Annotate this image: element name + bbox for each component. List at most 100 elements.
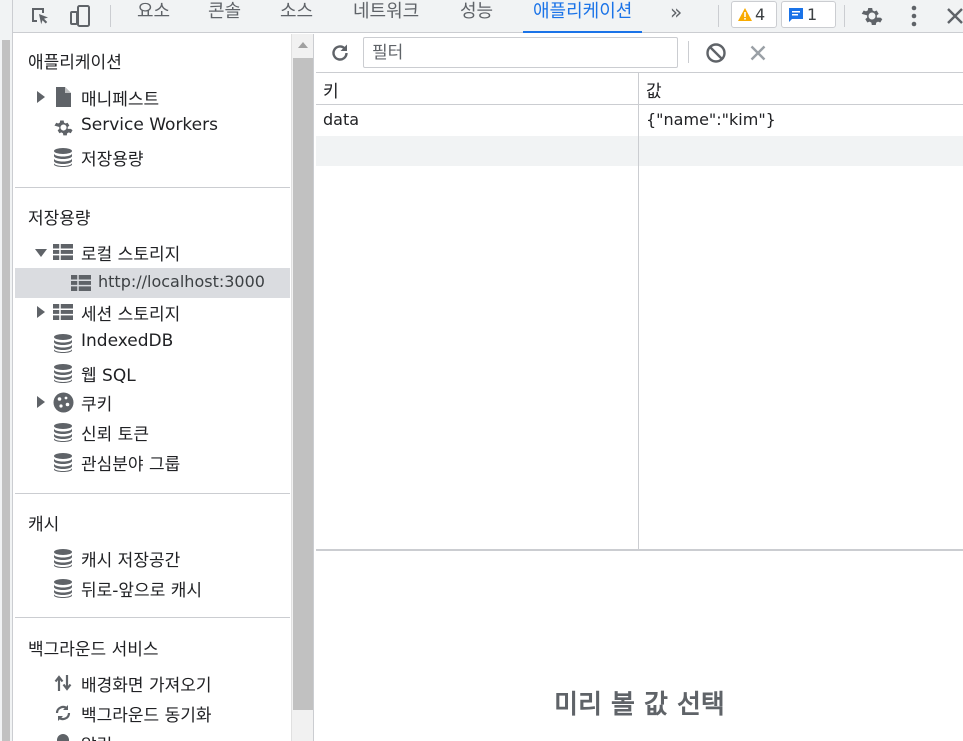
sidebar-item-back-forward-cache[interactable]: 뒤로-앞으로 캐시 xyxy=(15,573,290,603)
refresh-icon[interactable] xyxy=(327,40,353,66)
settings-gear-icon[interactable] xyxy=(859,3,885,29)
clear-all-block-icon[interactable] xyxy=(703,40,729,66)
left-edge-scroll-thumb[interactable] xyxy=(2,40,10,741)
up-down-arrows-icon xyxy=(52,672,74,694)
value-preview-pane: 미리 볼 값 선택 xyxy=(316,551,963,741)
inspect-element-icon[interactable] xyxy=(27,3,53,29)
sidebar-item-local-storage[interactable]: 로컬 스토리지 xyxy=(15,237,290,267)
application-sidebar: 애플리케이션 매니페스트 Service Workers 저장용량 저장용량 로… xyxy=(15,34,290,741)
toolbar-separator xyxy=(844,5,845,27)
sidebar-scroll-thumb[interactable] xyxy=(293,58,313,710)
sidebar-item-service-workers[interactable]: Service Workers xyxy=(15,112,290,142)
tab-sources[interactable]: 소스 xyxy=(280,0,313,33)
message-icon xyxy=(789,7,803,22)
warning-icon xyxy=(738,8,752,21)
sync-icon xyxy=(52,702,74,724)
cell-key: data xyxy=(323,110,360,129)
database-icon xyxy=(52,421,74,443)
sidebar-item-session-storage[interactable]: 세션 스토리지 xyxy=(15,297,290,327)
sidebar-item-storage-overview[interactable]: 저장용량 xyxy=(15,142,290,172)
tab-application[interactable]: 애플리케이션 xyxy=(522,0,643,33)
column-divider[interactable] xyxy=(638,73,639,549)
sidebar-item-indexeddb[interactable]: IndexedDB xyxy=(15,328,290,358)
sidebar-scrollbar[interactable] xyxy=(291,34,314,741)
sidebar-item-cache-storage[interactable]: 캐시 저장공간 xyxy=(15,543,290,573)
section-title-storage: 저장용량 xyxy=(28,209,91,229)
message-count: 1 xyxy=(807,5,818,24)
database-icon xyxy=(52,547,74,569)
messages-badge[interactable]: 1 xyxy=(781,1,836,28)
expand-arrow-icon[interactable] xyxy=(37,91,45,103)
toolbar-separator xyxy=(688,41,689,63)
sidebar-item-websql[interactable]: 웹 SQL xyxy=(15,358,290,388)
tab-network[interactable]: 네트워크 xyxy=(353,0,419,33)
sidebar-item-label: http://localhost:3000 xyxy=(98,272,265,291)
collapse-arrow-icon[interactable] xyxy=(35,249,47,257)
column-header-key[interactable]: 키 xyxy=(323,77,339,102)
tab-performance[interactable]: 성능 xyxy=(460,0,493,33)
scroll-up-arrow-icon[interactable] xyxy=(298,42,308,48)
sidebar-item-interest-groups[interactable]: 관심분야 그룹 xyxy=(15,447,290,477)
bell-icon xyxy=(52,732,74,741)
section-divider xyxy=(15,493,290,494)
table-grid-icon xyxy=(52,301,74,323)
warnings-badge[interactable]: 4 xyxy=(731,1,777,28)
close-devtools-icon[interactable] xyxy=(942,3,963,29)
tab-elements[interactable]: 요소 xyxy=(137,0,170,33)
more-tabs-button[interactable]: » xyxy=(670,0,682,33)
sidebar-item-label: 매니페스트 xyxy=(81,90,160,110)
sidebar-item-manifest[interactable]: 매니페스트 xyxy=(15,82,290,112)
tab-console[interactable]: 콘솔 xyxy=(208,0,241,33)
toolbar-separator xyxy=(718,5,719,27)
sidebar-item-label: Service Workers xyxy=(81,115,218,135)
database-icon xyxy=(52,146,74,168)
sidebar-item-label: 로컬 스토리지 xyxy=(81,245,181,265)
storage-main-pane: 키 값 data {"name":"kim"} 미리 볼 값 선택 xyxy=(316,34,963,741)
database-icon xyxy=(52,577,74,599)
sidebar-item-label: 쿠키 xyxy=(81,395,113,415)
sidebar-item-label: 알림 xyxy=(81,731,112,741)
database-icon xyxy=(52,362,74,384)
cell-value: {"name":"kim"} xyxy=(646,110,776,129)
table-row[interactable]: data {"name":"kim"} xyxy=(316,106,963,136)
sidebar-item-label: 캐시 저장공간 xyxy=(81,551,181,571)
sidebar-item-label: IndexedDB xyxy=(81,331,174,351)
column-header-value[interactable]: 값 xyxy=(646,77,662,102)
cookie-icon xyxy=(52,391,74,413)
device-toolbar-icon[interactable] xyxy=(68,3,94,29)
table-header: 키 값 xyxy=(316,73,963,105)
filter-toolbar xyxy=(316,34,963,73)
sidebar-item-label: 관심분야 그룹 xyxy=(81,455,181,475)
more-options-kebab-icon[interactable] xyxy=(901,3,927,29)
sidebar-item-cookies[interactable]: 쿠키 xyxy=(15,387,290,417)
gear-icon xyxy=(52,116,74,138)
table-grid-icon xyxy=(70,272,92,294)
sidebar-item-local-origin[interactable]: http://localhost:3000 xyxy=(15,268,290,298)
section-title-background-services: 백그라운드 서비스 xyxy=(28,640,159,660)
sidebar-item-trust-tokens[interactable]: 신뢰 토큰 xyxy=(15,417,290,447)
sidebar-item-notifications[interactable]: 알림 xyxy=(15,728,290,741)
key-value-table: 키 값 data {"name":"kim"} xyxy=(316,73,963,551)
expand-arrow-icon[interactable] xyxy=(37,306,45,318)
table-grid-icon xyxy=(52,241,74,263)
sidebar-item-label: 배경화면 가져오기 xyxy=(81,676,212,696)
section-title-cache: 캐시 xyxy=(28,515,60,535)
table-row-empty[interactable] xyxy=(316,136,963,166)
preview-placeholder-text: 미리 볼 값 선택 xyxy=(554,690,725,720)
filter-input[interactable] xyxy=(363,37,678,68)
sidebar-item-background-fetch[interactable]: 배경화면 가져오기 xyxy=(15,668,290,698)
section-divider xyxy=(15,617,290,618)
sidebar-item-background-sync[interactable]: 백그라운드 동기화 xyxy=(15,698,290,728)
toolbar-separator xyxy=(110,5,111,27)
sidebar-item-label: 저장용량 xyxy=(81,150,144,170)
devtools-toolbar: 요소 콘솔 소스 네트워크 성능 애플리케이션 » 4 1 xyxy=(13,0,963,33)
expand-arrow-icon[interactable] xyxy=(37,396,45,408)
sidebar-item-label: 웹 SQL xyxy=(81,366,136,386)
left-edge-scrollbar[interactable] xyxy=(0,0,13,741)
warning-count: 4 xyxy=(755,5,766,24)
delete-selected-close-icon[interactable] xyxy=(745,40,771,66)
database-icon xyxy=(52,332,74,354)
sidebar-item-label: 신뢰 토큰 xyxy=(81,425,149,445)
sidebar-item-label: 세션 스토리지 xyxy=(81,305,181,325)
document-icon xyxy=(52,86,74,108)
